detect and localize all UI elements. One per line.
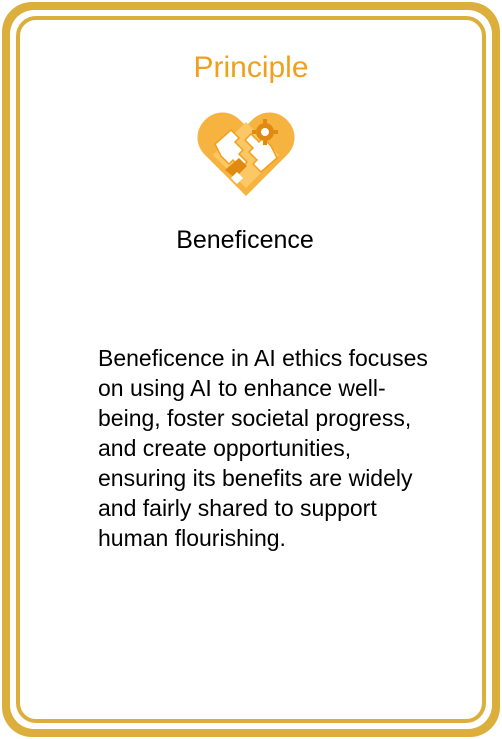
card-title: Beneficence [176, 226, 314, 254]
heart-hands-gear-icon [195, 108, 297, 200]
card-category: Principle [193, 51, 309, 84]
card-description: Beneficence in AI ethics focuses on usin… [98, 345, 428, 551]
